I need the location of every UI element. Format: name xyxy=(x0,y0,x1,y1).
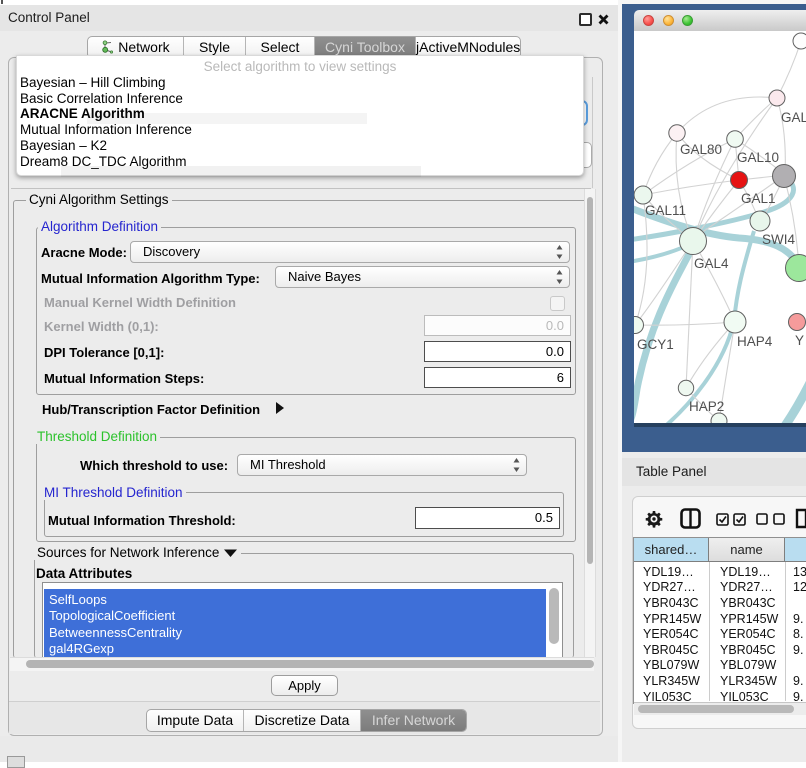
svg-text:GAL10: GAL10 xyxy=(737,150,779,165)
svg-text:SWI4: SWI4 xyxy=(762,232,795,247)
svg-text:GAL1: GAL1 xyxy=(741,191,776,206)
svg-text:HAP2: HAP2 xyxy=(689,399,724,414)
svg-text:GCY1: GCY1 xyxy=(637,337,674,352)
svg-text:GAL80: GAL80 xyxy=(680,142,722,157)
svg-text:HAP4: HAP4 xyxy=(737,334,773,349)
svg-text:GAL: GAL xyxy=(781,110,806,125)
svg-text:GAL11: GAL11 xyxy=(645,203,686,218)
svg-text:GAL4: GAL4 xyxy=(694,256,729,271)
svg-text:Y: Y xyxy=(795,333,804,348)
